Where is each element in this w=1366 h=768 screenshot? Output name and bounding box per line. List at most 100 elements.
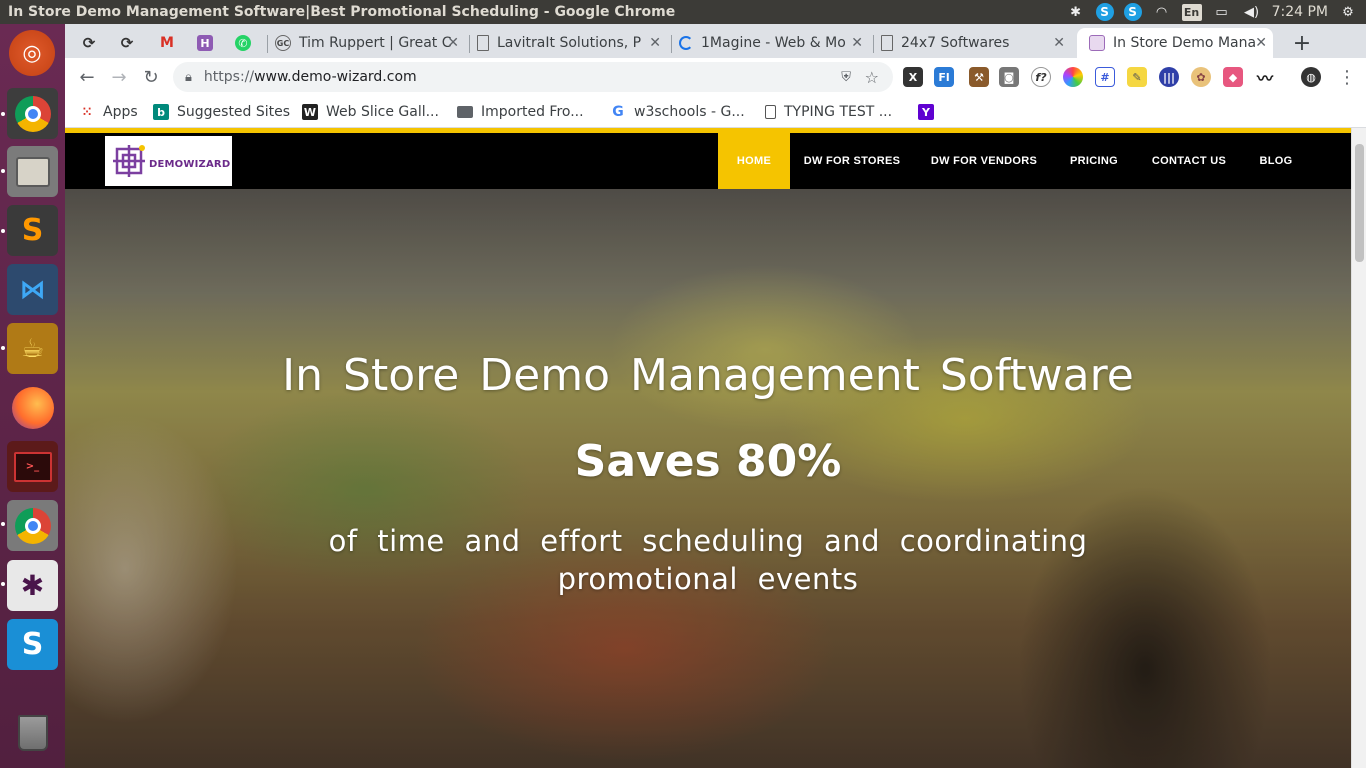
nav-dw-for-stores[interactable]: DW FOR STORES bbox=[800, 133, 904, 189]
wifi-icon[interactable]: ◠ bbox=[1152, 3, 1172, 21]
tab-lavitrait[interactable]: LavitraIt Solutions, P ✕ bbox=[477, 28, 667, 58]
firefox-launcher-icon[interactable] bbox=[7, 382, 58, 433]
nav-pricing[interactable]: PRICING bbox=[1065, 133, 1123, 189]
tab-1magine[interactable]: 1Magine - Web & Mo ✕ bbox=[679, 28, 869, 58]
browser-chrome: ⟳ ⟳ M H ✆ GC Tim Ruppert | Great C ✕ Lav… bbox=[65, 24, 1366, 128]
nav-dw-for-vendors[interactable]: DW FOR VENDORS bbox=[927, 133, 1041, 189]
extension-palette-icon[interactable]: ✿ bbox=[1191, 67, 1211, 87]
close-icon[interactable]: ✕ bbox=[1255, 35, 1267, 51]
skype-tray-icon[interactable]: S bbox=[1095, 3, 1114, 21]
sublime-text-launcher-icon[interactable]: S bbox=[7, 205, 58, 256]
nav-contact-us[interactable]: CONTACT US bbox=[1149, 133, 1229, 189]
sync-error-icon: ⟳ bbox=[120, 34, 134, 52]
hero-subheading: Saves 80% bbox=[574, 436, 842, 487]
tab-title: 24x7 Softwares bbox=[901, 35, 1010, 51]
tab-pinned-h[interactable]: H bbox=[197, 28, 223, 58]
slack-tray-icon[interactable]: ✱ bbox=[1066, 3, 1086, 21]
extension-fi-icon[interactable]: Fl bbox=[934, 67, 954, 87]
nav-blog[interactable]: BLOG bbox=[1255, 133, 1297, 189]
page-icon bbox=[881, 35, 893, 51]
extension-highlighter-icon[interactable]: ✎ bbox=[1127, 67, 1147, 87]
hero-tagline: of time and effort scheduling and coordi… bbox=[328, 524, 1088, 596]
back-button[interactable]: ← bbox=[75, 65, 99, 89]
tab-in-store-demo[interactable]: In Store Demo Mana ✕ bbox=[1077, 28, 1273, 58]
address-bar[interactable]: 🔒︎ https:// www.demo-wizard.com ⛨ ☆ bbox=[173, 62, 893, 92]
files-launcher-icon[interactable] bbox=[7, 146, 58, 197]
close-icon[interactable]: ✕ bbox=[851, 35, 863, 51]
page-scrollbar[interactable] bbox=[1351, 128, 1366, 768]
web-page: DEMOWIZARD HOME DW FOR STORES DW FOR VEN… bbox=[65, 128, 1351, 768]
gmail-icon: M bbox=[160, 35, 174, 51]
yahoo-icon: Y bbox=[918, 104, 934, 120]
system-tray: ✱ S S ◠ En ▭ ◀) 7:24 PM ⚙ bbox=[1066, 0, 1366, 24]
terminal-launcher-icon[interactable]: >_ bbox=[7, 441, 58, 492]
chrome-launcher-icon[interactable] bbox=[7, 88, 58, 139]
ubuntu-launcher: ◎ S ⋈ ☕ >_ ✱ S bbox=[0, 24, 65, 768]
extension-camera-icon[interactable]: ◙ bbox=[999, 67, 1019, 87]
extension-x-icon[interactable]: X bbox=[903, 67, 923, 87]
keyboard-layout-indicator[interactable]: En bbox=[1181, 3, 1202, 21]
extension-badge-icon[interactable]: ◆ bbox=[1223, 67, 1243, 87]
bookmark-yahoo[interactable]: Y bbox=[918, 101, 942, 123]
circle-logo-icon: GC bbox=[275, 35, 291, 51]
folder-icon bbox=[457, 106, 473, 118]
plus-icon: + bbox=[1292, 30, 1312, 56]
bookmark-star-icon[interactable]: ☆ bbox=[865, 68, 879, 87]
trash-launcher-icon[interactable] bbox=[7, 707, 58, 758]
slack-launcher-icon[interactable]: ✱ bbox=[7, 560, 58, 611]
bookmark-typing-test[interactable]: TYPING TEST ... bbox=[765, 101, 892, 123]
skype-launcher-icon[interactable]: S bbox=[7, 619, 58, 670]
extension-bars-icon[interactable]: ||| bbox=[1159, 67, 1179, 87]
nav-home[interactable]: HOME bbox=[718, 133, 790, 189]
bookmark-apps[interactable]: ⁙ Apps bbox=[79, 101, 138, 123]
chrome-menu-button[interactable]: ⋮ bbox=[1335, 65, 1359, 89]
chrome-launcher-icon-2[interactable] bbox=[7, 500, 58, 551]
tab-pinned-whatsapp[interactable]: ✆ bbox=[235, 28, 261, 58]
teapot-app-launcher-icon[interactable]: ☕ bbox=[7, 323, 58, 374]
close-icon[interactable]: ✕ bbox=[447, 35, 459, 51]
extension-hammer-icon[interactable]: ⚒ bbox=[969, 67, 989, 87]
new-tab-button[interactable]: + bbox=[1289, 28, 1315, 58]
extension-wave-icon[interactable]: 〰 bbox=[1255, 67, 1275, 88]
url-host: www.demo-wizard.com bbox=[254, 69, 417, 85]
loading-spinner-icon bbox=[679, 36, 693, 50]
skype-tray-icon-2[interactable]: S bbox=[1123, 3, 1142, 21]
battery-icon[interactable]: ▭ bbox=[1212, 3, 1232, 21]
settings-gear-icon[interactable]: ⚙ bbox=[1338, 3, 1358, 21]
tab-24x7[interactable]: 24x7 Softwares ✕ bbox=[881, 28, 1071, 58]
bookmark-w3schools[interactable]: G w3schools - G... bbox=[610, 101, 744, 123]
blocked-popup-icon[interactable]: ⛨ bbox=[841, 70, 851, 85]
extension-color-picker-icon[interactable] bbox=[1063, 67, 1083, 87]
lock-icon[interactable]: 🔒︎ bbox=[185, 70, 192, 85]
webslice-icon: W bbox=[302, 104, 318, 120]
clock[interactable]: 7:24 PM bbox=[1272, 4, 1328, 20]
tab-tim-ruppert[interactable]: GC Tim Ruppert | Great C ✕ bbox=[275, 28, 465, 58]
bookmark-suggested-sites[interactable]: b Suggested Sites bbox=[153, 101, 290, 123]
close-icon[interactable]: ✕ bbox=[1053, 35, 1065, 51]
ubuntu-dash-icon[interactable]: ◎ bbox=[9, 30, 55, 76]
volume-icon[interactable]: ◀) bbox=[1242, 3, 1262, 21]
reload-button[interactable]: ↻ bbox=[139, 65, 163, 89]
vscode-launcher-icon[interactable]: ⋈ bbox=[7, 264, 58, 315]
bookmark-imported-from[interactable]: Imported Fro... bbox=[457, 101, 584, 123]
tab-pinned-1[interactable]: ⟳ bbox=[81, 28, 107, 58]
window-title: In Store Demo Management Software|Best P… bbox=[8, 4, 676, 20]
tab-title: Tim Ruppert | Great C bbox=[299, 35, 452, 51]
forward-button[interactable]: → bbox=[107, 65, 131, 89]
demowizard-logo-icon bbox=[111, 143, 147, 179]
sync-error-icon: ⟳ bbox=[82, 34, 96, 52]
site-logo[interactable]: DEMOWIZARD bbox=[105, 136, 232, 186]
profile-avatar[interactable]: ◍ bbox=[1301, 67, 1321, 87]
bookmarks-bar: ⁙ Apps b Suggested Sites W Web Slice Gal… bbox=[65, 96, 1366, 128]
tab-pinned-2[interactable]: ⟳ bbox=[119, 28, 145, 58]
demowizard-favicon-icon bbox=[1089, 35, 1105, 51]
extension-fquestion-icon[interactable]: f? bbox=[1031, 67, 1051, 87]
tab-title: 1Magine - Web & Mo bbox=[701, 35, 846, 51]
extension-crop-icon[interactable]: # bbox=[1095, 67, 1115, 87]
close-icon[interactable]: ✕ bbox=[649, 35, 661, 51]
tab-pinned-gmail[interactable]: M bbox=[159, 28, 185, 58]
scrollbar-thumb[interactable] bbox=[1355, 144, 1364, 262]
bing-icon: b bbox=[153, 104, 169, 120]
bookmark-web-slice-gallery[interactable]: W Web Slice Gall... bbox=[302, 101, 439, 123]
page-icon bbox=[477, 35, 489, 51]
